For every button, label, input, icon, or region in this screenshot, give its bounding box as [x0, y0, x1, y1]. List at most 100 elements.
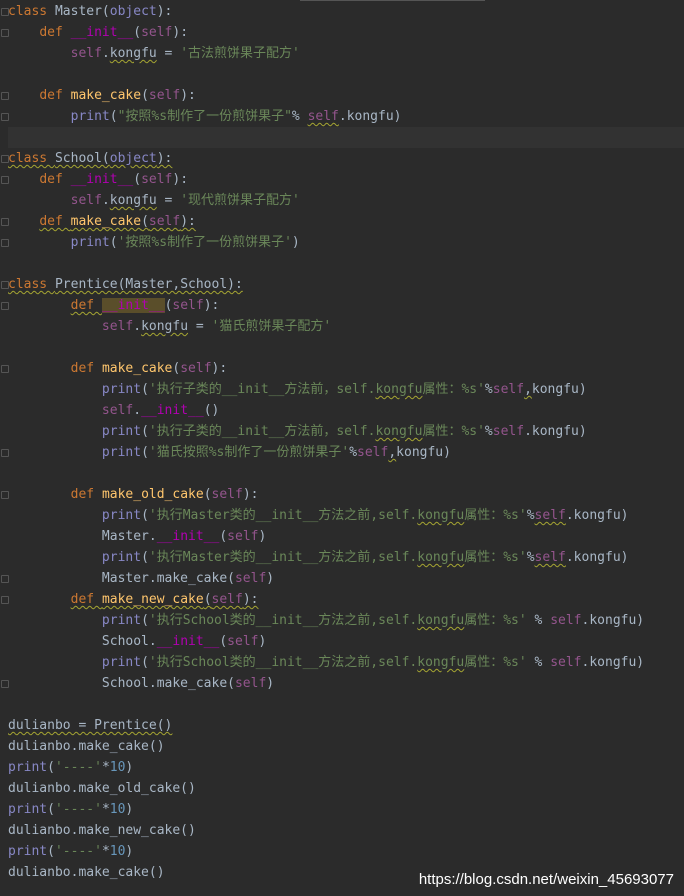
- code-token: School.: [8, 634, 157, 649]
- code-line[interactable]: print('----'*10): [8, 799, 684, 820]
- code-token: self: [211, 487, 243, 502]
- code-token: (: [141, 613, 149, 628]
- code-line[interactable]: print('执行Master类的__init__方法之前,self.kongf…: [8, 547, 684, 568]
- code-line[interactable]: print('执行子类的__init__方法前，self.kongfu属性：%s…: [8, 421, 684, 442]
- code-line[interactable]: Master.__init__(self): [8, 526, 684, 547]
- code-token: 属性：%s': [464, 613, 527, 628]
- code-token: (: [219, 634, 228, 649]
- code-token: kongfu): [396, 445, 451, 460]
- code-token: def: [39, 214, 71, 229]
- code-token: (): [203, 403, 220, 418]
- code-token: self: [141, 172, 173, 187]
- code-token: self: [534, 550, 566, 565]
- code-line[interactable]: class School(object):: [8, 148, 684, 169]
- code-token: (: [133, 25, 142, 40]
- code-line[interactable]: print('猫氏按照%s制作了一份煎饼果子'%self,kongfu): [8, 442, 684, 463]
- code-token: ): [266, 676, 275, 691]
- code-line[interactable]: def make_old_cake(self):: [8, 484, 684, 505]
- code-token: print: [101, 424, 142, 439]
- code-line[interactable]: def make_cake(self):: [8, 358, 684, 379]
- code-line[interactable]: School.make_cake(self): [8, 673, 684, 694]
- code-token: (: [47, 760, 55, 775]
- code-line[interactable]: dulianbo = Prentice(): [8, 715, 684, 736]
- code-token: '执行School类的__init__方法之前,self.: [148, 613, 418, 628]
- code-token: "按照%s制作了一份煎饼果子": [117, 109, 292, 124]
- code-token: ): [125, 802, 134, 817]
- code-token: kongfu: [109, 46, 157, 61]
- code-token: .kongfu): [581, 655, 645, 670]
- code-token: kongfu: [141, 319, 189, 334]
- code-line[interactable]: print('----'*10): [8, 757, 684, 778]
- code-token: class: [8, 4, 55, 19]
- code-token: %: [484, 424, 493, 439]
- code-token: kongfu: [417, 613, 465, 628]
- code-token: def: [70, 592, 102, 607]
- code-line[interactable]: print("按照%s制作了一份煎饼果子"% self.kongfu): [8, 106, 684, 127]
- code-line[interactable]: [8, 253, 684, 274]
- code-line[interactable]: class Master(object):: [8, 1, 684, 22]
- code-line[interactable]: def make_new_cake(self):: [8, 589, 684, 610]
- code-token: ):: [242, 592, 259, 607]
- code-token: (: [219, 529, 228, 544]
- code-token: self: [227, 529, 259, 544]
- code-token: '猫氏按照%s制作了一份煎饼果子': [148, 445, 350, 460]
- code-line[interactable]: def __init__(self):: [8, 169, 684, 190]
- code-token: print: [8, 844, 48, 859]
- code-line[interactable]: School.__init__(self): [8, 631, 684, 652]
- code-line[interactable]: def make_cake(self):: [8, 85, 684, 106]
- code-token: (: [141, 214, 149, 229]
- code-line[interactable]: print('执行School类的__init__方法之前,self.kongf…: [8, 610, 684, 631]
- code-line[interactable]: print('执行School类的__init__方法之前,self.kongf…: [8, 652, 684, 673]
- code-line[interactable]: def make_cake(self):: [8, 211, 684, 232]
- code-token: '执行Master类的__init__方法之前,self.: [148, 550, 418, 565]
- code-line[interactable]: self.kongfu = '现代煎饼果子配方': [8, 190, 684, 211]
- code-token: kongfu: [417, 508, 465, 523]
- code-line[interactable]: [8, 127, 684, 148]
- code-line[interactable]: self.__init__(): [8, 400, 684, 421]
- code-line[interactable]: self.kongfu = '猫氏煎饼果子配方': [8, 316, 684, 337]
- code-token: self: [211, 592, 243, 607]
- code-editor[interactable]: class Master(object): def __init__(self)…: [0, 0, 684, 896]
- code-line[interactable]: print('执行Master类的__init__方法之前,self.kongf…: [8, 505, 684, 526]
- code-line[interactable]: print('按照%s制作了一份煎饼果子'): [8, 232, 684, 253]
- code-line[interactable]: dulianbo.make_old_cake(): [8, 778, 684, 799]
- code-token: object: [109, 151, 157, 166]
- code-line[interactable]: class Prentice(Master,School):: [8, 274, 684, 295]
- code-token: self: [550, 655, 582, 670]
- code-line[interactable]: print('执行子类的__init__方法前，self.kongfu属性：%s…: [8, 379, 684, 400]
- code-token: kongfu): [531, 382, 587, 397]
- code-token: =: [156, 46, 181, 61]
- code-line[interactable]: [8, 694, 684, 715]
- code-line[interactable]: Master.make_cake(self): [8, 568, 684, 589]
- code-line[interactable]: def __init__(self):: [8, 295, 684, 316]
- code-line[interactable]: [8, 64, 684, 85]
- code-token: %: [349, 445, 358, 460]
- code-token: '现代煎饼果子配方': [180, 193, 300, 208]
- code-line[interactable]: [8, 337, 684, 358]
- code-token: self: [101, 319, 134, 334]
- code-line[interactable]: [8, 463, 684, 484]
- code-line[interactable]: def __init__(self):: [8, 22, 684, 43]
- code-token: 10: [109, 844, 126, 859]
- code-token: class: [8, 277, 55, 292]
- code-token: (: [203, 592, 212, 607]
- code-token: dulianbo = Prentice(): [8, 718, 173, 733]
- code-token: '按照%s制作了一份煎饼果子': [117, 235, 292, 250]
- code-line[interactable]: print('----'*10): [8, 841, 684, 862]
- code-token: self: [227, 634, 259, 649]
- code-token: Prentice(Master,School):: [54, 277, 243, 292]
- code-token: class: [8, 151, 55, 166]
- code-line[interactable]: dulianbo.make_new_cake(): [8, 820, 684, 841]
- code-line[interactable]: self.kongfu = '古法煎饼果子配方': [8, 43, 684, 64]
- code-token: ):: [242, 487, 259, 502]
- code-token: ): [125, 844, 134, 859]
- code-token: __init__: [156, 529, 220, 544]
- code-line[interactable]: dulianbo.make_cake(): [8, 736, 684, 757]
